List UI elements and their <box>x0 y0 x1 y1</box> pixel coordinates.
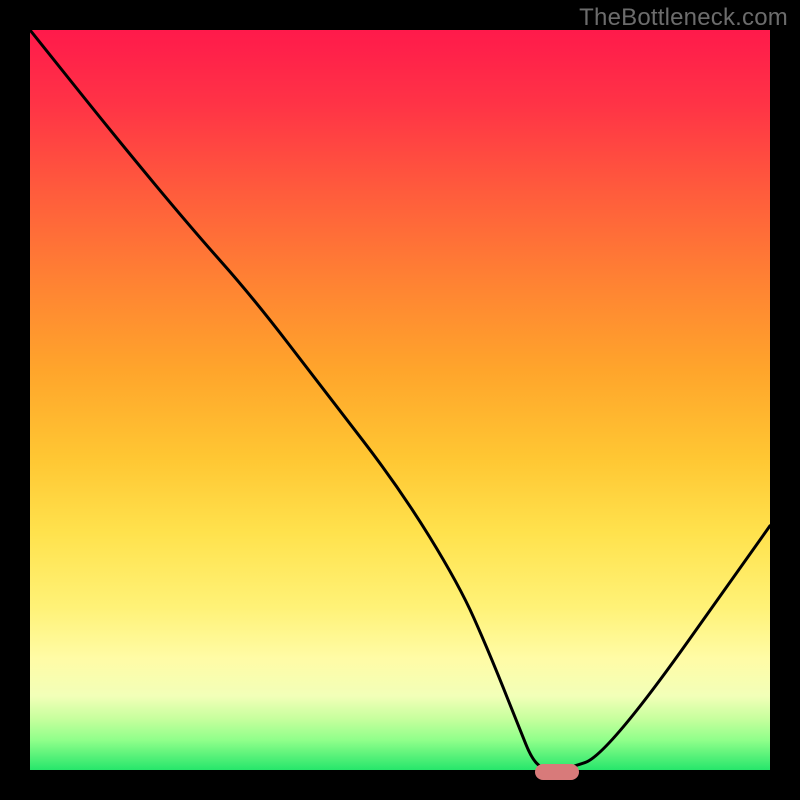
optimal-point-marker <box>535 764 579 780</box>
chart-stage: TheBottleneck.com <box>0 0 800 800</box>
bottleneck-curve <box>30 30 770 770</box>
watermark-text: TheBottleneck.com <box>579 4 788 32</box>
plot-area <box>29 29 771 771</box>
